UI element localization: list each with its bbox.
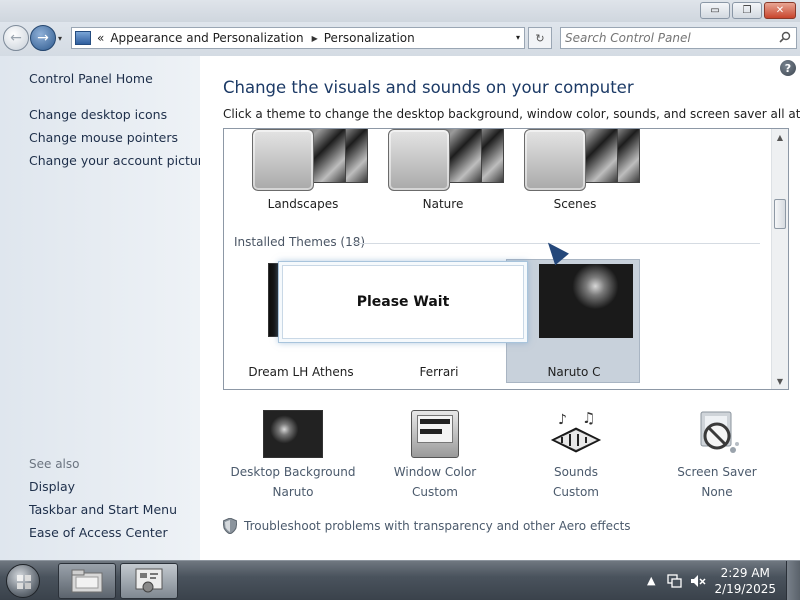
clock-time: 2:29 AM bbox=[720, 566, 770, 580]
dialog-message: Please Wait bbox=[282, 265, 524, 339]
sidebar-taskbar-start-menu[interactable]: Taskbar and Start Menu bbox=[29, 502, 177, 517]
show-desktop-button[interactable] bbox=[786, 561, 800, 600]
desktop-background-icon bbox=[263, 410, 323, 458]
clock-date: 2/19/2025 bbox=[714, 582, 776, 596]
theme-label: Dream LH Athens bbox=[248, 365, 354, 379]
desktop-background-setting[interactable]: Desktop Background Naruto bbox=[223, 410, 363, 500]
theme-label: Naruto C bbox=[547, 365, 601, 379]
setting-name: Window Color bbox=[393, 465, 477, 479]
page-description: Click a theme to change the desktop back… bbox=[223, 107, 800, 121]
setting-value: None bbox=[701, 485, 733, 499]
svg-text:♫: ♫ bbox=[582, 410, 595, 427]
search-icon[interactable] bbox=[779, 31, 791, 43]
breadcrumb-personalization[interactable]: Personalization bbox=[324, 31, 415, 45]
setting-value: Custom bbox=[553, 485, 599, 499]
theme-list[interactable]: Landscapes Nature Scenes Installed Theme… bbox=[223, 128, 789, 390]
back-button[interactable]: ← bbox=[3, 25, 29, 51]
minimize-button[interactable]: ▭ bbox=[700, 2, 730, 19]
forward-button[interactable]: → bbox=[30, 25, 56, 51]
address-dropdown-icon[interactable]: ▾ bbox=[516, 33, 520, 42]
sidebar-control-panel-home[interactable]: Control Panel Home bbox=[29, 71, 153, 86]
sidebar: Control Panel Home Change desktop icons … bbox=[0, 56, 210, 560]
refresh-button[interactable]: ↻ bbox=[528, 27, 552, 49]
sidebar-change-mouse-pointers[interactable]: Change mouse pointers bbox=[29, 130, 178, 145]
screen-saver-setting[interactable]: Screen Saver None bbox=[647, 410, 787, 500]
theme-preview-image bbox=[252, 129, 314, 191]
close-button[interactable]: ✕ bbox=[764, 2, 796, 19]
theme-label: Nature bbox=[422, 197, 464, 211]
network-icon[interactable] bbox=[666, 573, 682, 589]
window-bar-shape bbox=[420, 429, 442, 434]
title-bar: ▭ ❐ ✕ bbox=[0, 0, 800, 22]
window-color-setting[interactable]: Window Color Custom bbox=[365, 410, 505, 500]
see-also-heading: See also bbox=[29, 457, 80, 471]
breadcrumb-lead[interactable]: « bbox=[97, 31, 104, 45]
theme-preview-image bbox=[524, 129, 586, 191]
breadcrumb-separator-icon[interactable]: ▶ bbox=[312, 34, 318, 43]
help-icon[interactable]: ? bbox=[780, 60, 796, 76]
sidebar-change-desktop-icons[interactable]: Change desktop icons bbox=[29, 107, 167, 122]
sounds-setting[interactable]: ♪ ♫ Sounds Custom bbox=[506, 410, 646, 500]
theme-label: Landscapes bbox=[267, 197, 339, 211]
setting-value: Custom bbox=[412, 485, 458, 499]
folder-icon bbox=[71, 569, 103, 593]
control-panel-icon bbox=[75, 31, 91, 45]
recent-pages-dropdown-icon[interactable]: ▾ bbox=[58, 34, 62, 43]
taskbar-explorer-button[interactable] bbox=[58, 563, 116, 599]
installed-themes-heading: Installed Themes (18) bbox=[234, 235, 366, 249]
address-bar[interactable]: « Appearance and Personalization ▶ Perso… bbox=[71, 27, 525, 49]
troubleshoot-link[interactable]: Troubleshoot problems with transparency … bbox=[223, 518, 631, 534]
page-title: Change the visuals and sounds on your co… bbox=[223, 78, 634, 97]
taskbar-control-panel-button[interactable] bbox=[120, 563, 178, 599]
theme-tile-nature[interactable]: Nature bbox=[374, 129, 504, 217]
scroll-down-arrow-icon[interactable]: ▼ bbox=[772, 373, 788, 389]
theme-label: Ferrari bbox=[419, 365, 459, 379]
sidebar-change-account-picture[interactable]: Change your account picture bbox=[29, 153, 210, 168]
main-content: ? Change the visuals and sounds on your … bbox=[200, 56, 800, 560]
theme-list-scrollbar[interactable]: ▲ ▼ bbox=[771, 129, 788, 389]
theme-tile-scenes[interactable]: Scenes bbox=[510, 129, 640, 217]
maximize-button[interactable]: ❐ bbox=[732, 2, 762, 19]
volume-muted-icon[interactable] bbox=[690, 573, 706, 589]
theme-preview-image bbox=[539, 264, 633, 338]
search-input[interactable] bbox=[565, 28, 765, 48]
setting-name: Screen Saver bbox=[677, 465, 757, 479]
setting-name: Sounds bbox=[553, 465, 599, 479]
window-color-icon bbox=[411, 410, 459, 458]
troubleshoot-label[interactable]: Troubleshoot problems with transparency … bbox=[244, 519, 631, 533]
show-hidden-icons-button[interactable]: ▲ bbox=[647, 574, 655, 587]
window-controls: ▭ ❐ ✕ bbox=[700, 2, 796, 19]
navigation-bar: ← → ▾ « Appearance and Personalization ▶… bbox=[0, 22, 800, 56]
please-wait-dialog: Please Wait bbox=[278, 261, 528, 343]
svg-text:♪: ♪ bbox=[558, 412, 567, 428]
scrollbar-thumb[interactable] bbox=[774, 199, 786, 229]
scroll-up-arrow-icon[interactable]: ▲ bbox=[772, 129, 788, 145]
theme-preview-image bbox=[388, 129, 450, 191]
shield-icon bbox=[223, 518, 237, 534]
sidebar-display[interactable]: Display bbox=[29, 479, 75, 494]
sounds-icon: ♪ ♫ bbox=[550, 410, 602, 453]
start-button[interactable] bbox=[6, 564, 40, 598]
setting-value: Naruto bbox=[272, 485, 314, 499]
window-bar-shape bbox=[420, 419, 450, 424]
control-panel-icon bbox=[135, 568, 163, 593]
setting-name: Desktop Background bbox=[230, 465, 356, 479]
windows-logo-icon bbox=[17, 575, 31, 589]
theme-label: Scenes bbox=[553, 197, 597, 211]
taskbar: ▲ 2:29 AM 2/19/2025 bbox=[0, 560, 800, 600]
breadcrumb-appearance[interactable]: Appearance and Personalization bbox=[110, 31, 303, 45]
screen-saver-icon bbox=[700, 411, 739, 453]
theme-tile-landscapes[interactable]: Landscapes bbox=[238, 129, 368, 217]
sidebar-ease-of-access[interactable]: Ease of Access Center bbox=[29, 525, 168, 540]
clock[interactable]: 2:29 AM 2/19/2025 bbox=[714, 565, 776, 597]
search-box[interactable] bbox=[560, 27, 797, 49]
